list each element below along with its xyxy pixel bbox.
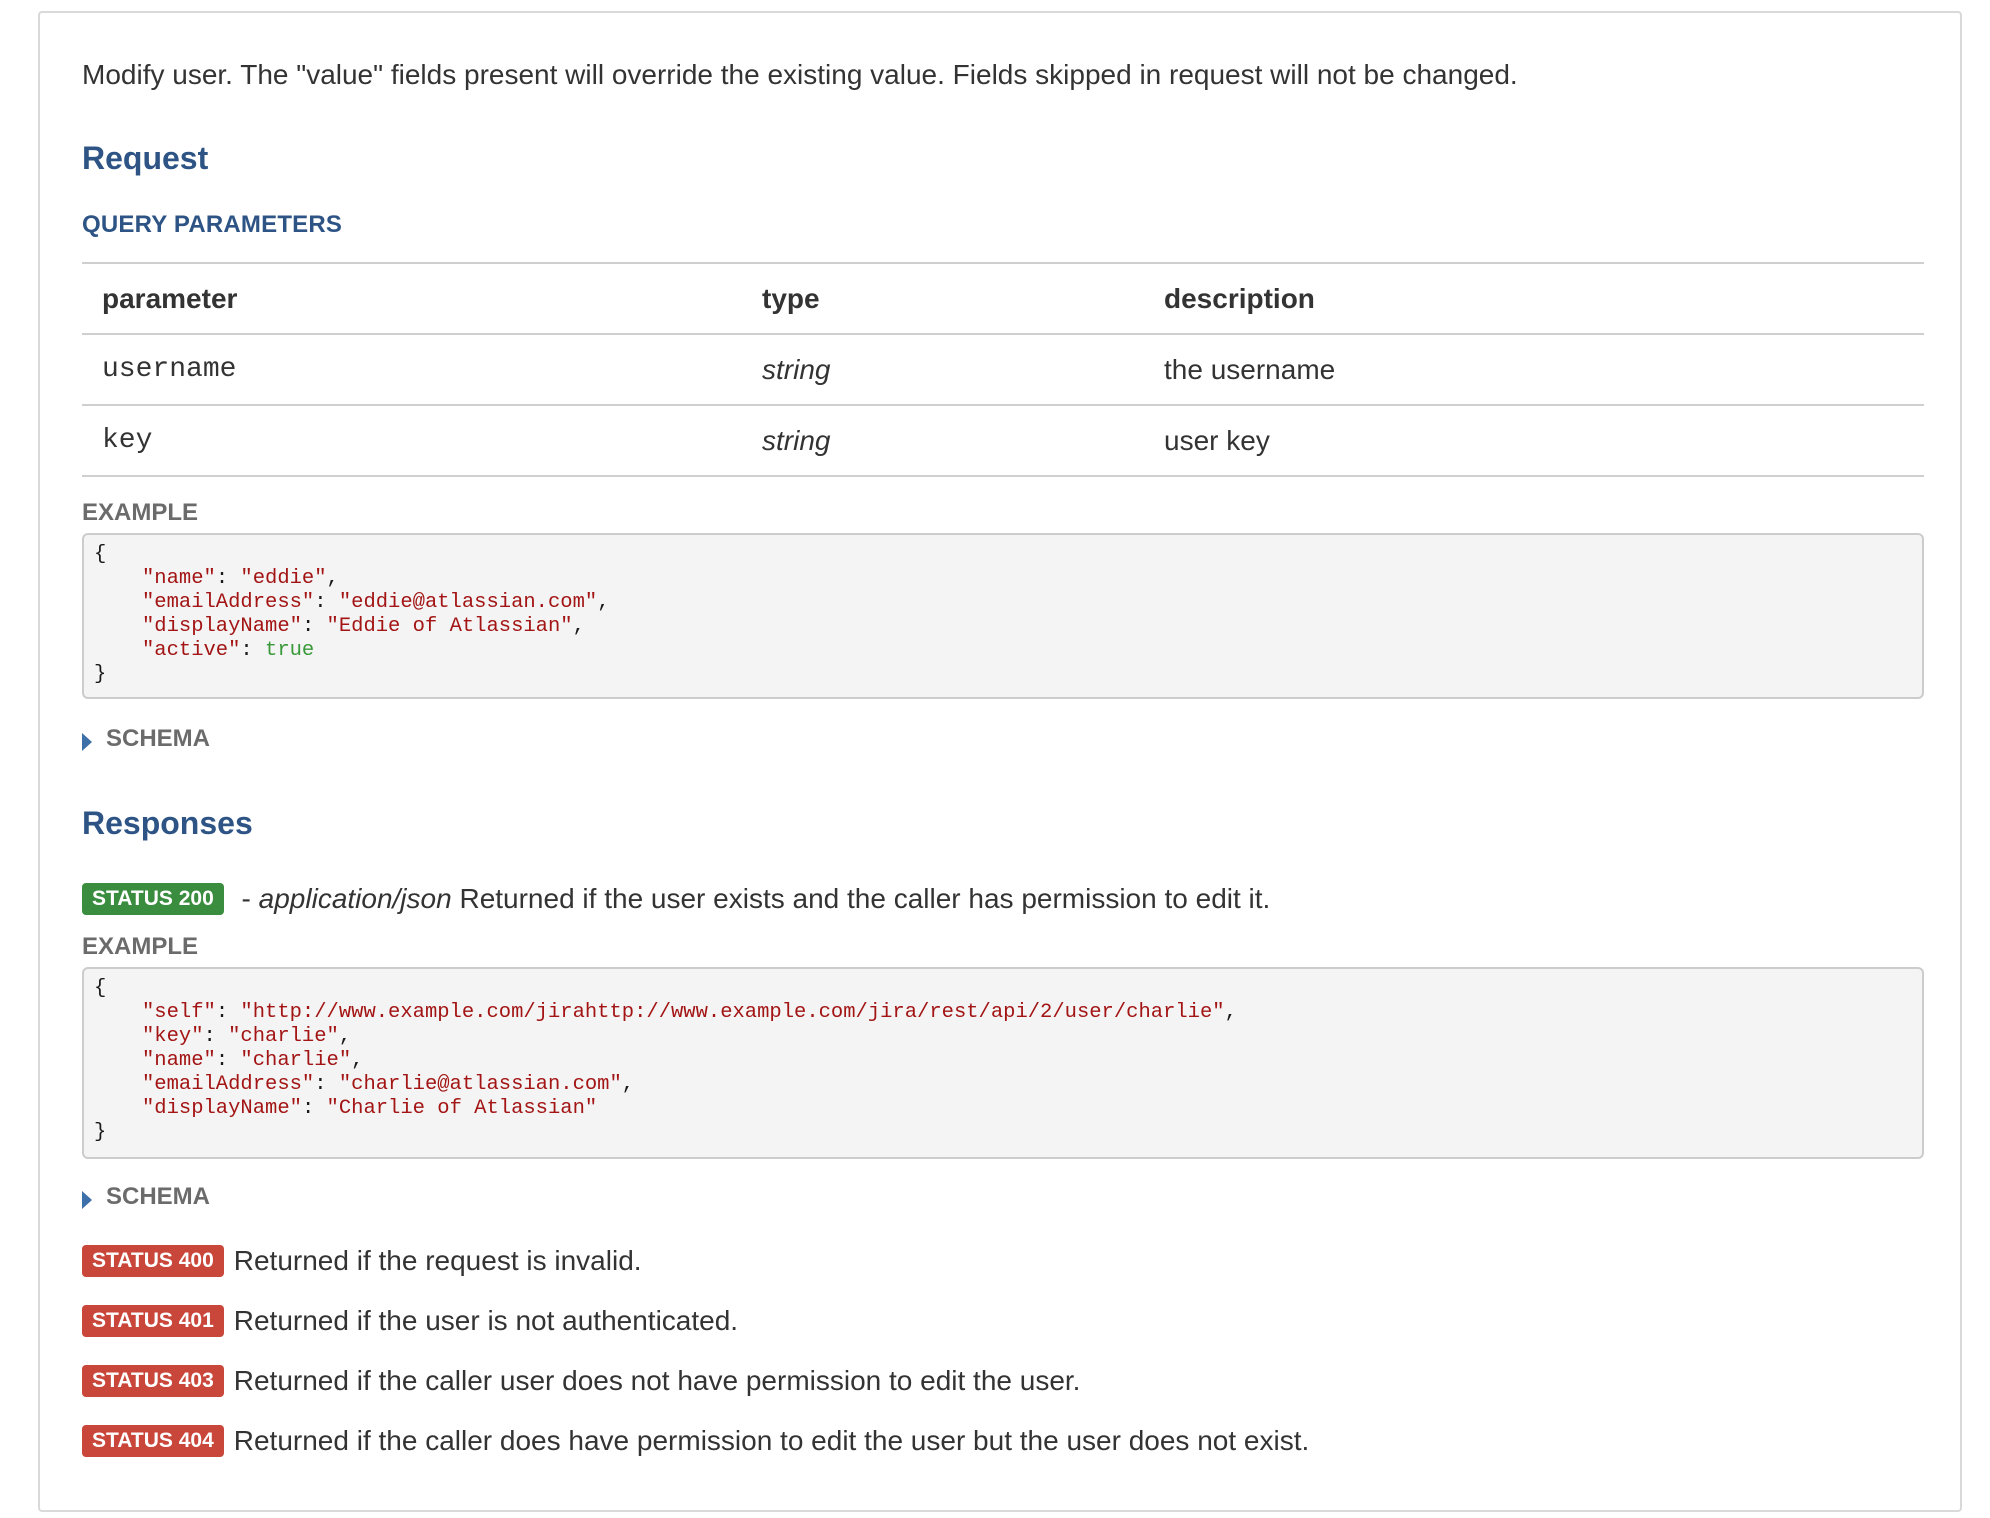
json-colon: :	[215, 1001, 241, 1024]
json-colon: :	[215, 567, 241, 590]
json-colon: :	[314, 1073, 339, 1096]
json-value: "eddie"	[240, 567, 327, 590]
json-comma: ,	[597, 591, 610, 614]
code-line: }	[94, 1121, 1912, 1145]
column-header-type: type	[742, 262, 1144, 334]
status-400-row: STATUS 400 Returned if the request is inv…	[82, 1241, 642, 1281]
status-badge: STATUS 400	[82, 1244, 224, 1277]
table-header-row: parameter type description	[82, 262, 1924, 334]
json-colon: :	[301, 1097, 327, 1120]
code-line: "emailAddress": "eddie@atlassian.com",	[94, 591, 1912, 615]
code-line: "displayName": "Eddie of Atlassian",	[94, 615, 1912, 639]
json-value: "charlie"	[240, 1049, 352, 1072]
json-comma: ,	[621, 1073, 635, 1096]
schema-label: SCHEMA	[106, 1183, 211, 1210]
request-heading: Request	[82, 140, 209, 176]
json-key: "displayName"	[142, 615, 302, 638]
code-brace: {	[94, 977, 107, 1000]
json-value: true	[265, 639, 315, 662]
status-200-row: STATUS 200 - application/json Returned i…	[82, 879, 1270, 919]
param-description: the username	[1144, 333, 1924, 405]
json-key: "emailAddress"	[142, 1073, 315, 1096]
json-colon: :	[314, 591, 339, 614]
code-line: "emailAddress": "charlie@atlassian.com",	[94, 1073, 1912, 1097]
status-description: Returned if the caller user does not hav…	[233, 1365, 1081, 1396]
expand-triangle-icon	[82, 1191, 92, 1209]
json-colon: :	[240, 639, 266, 662]
param-description: user key	[1144, 404, 1924, 477]
status-media-type: application/json	[258, 883, 452, 914]
response-example-code[interactable]: {"self": "http://www.example.com/jirahtt…	[82, 967, 1924, 1159]
json-key: "displayName"	[142, 1097, 302, 1120]
api-method-panel: Modify user. The "value" fields present …	[38, 11, 1962, 1512]
response-schema-toggle[interactable]: SCHEMA	[82, 1181, 210, 1213]
code-line: "name": "eddie",	[94, 567, 1912, 591]
json-value: "eddie@atlassian.com"	[338, 591, 598, 614]
response-example-label: EXAMPLE	[82, 933, 199, 960]
code-line: "key": "charlie",	[94, 1025, 1912, 1049]
code-brace: }	[94, 663, 107, 686]
json-value: "http://www.example.com/jirahttp://www.e…	[240, 1001, 1225, 1024]
json-value: "charlie"	[228, 1025, 339, 1048]
json-key: "name"	[142, 567, 216, 590]
json-comma: ,	[351, 1049, 364, 1072]
json-comma: ,	[326, 567, 339, 590]
status-403-row: STATUS 403 Returned if the caller user do…	[82, 1361, 1080, 1401]
schema-label: SCHEMA	[106, 725, 211, 752]
param-name: key	[82, 404, 742, 477]
status-description: Returned if the request is invalid.	[233, 1245, 642, 1276]
method-description: Modify user. The "value" fields present …	[82, 59, 1518, 90]
json-colon: :	[301, 615, 327, 638]
code-line: "active": true	[94, 639, 1912, 663]
json-key: "active"	[142, 639, 241, 662]
code-line: "self": "http://www.example.com/jirahttp…	[94, 1001, 1912, 1025]
json-colon: :	[215, 1049, 241, 1072]
status-401-row: STATUS 401 Returned if the user is not au…	[82, 1301, 738, 1341]
json-colon: :	[203, 1025, 229, 1048]
status-description: Returned if the user is not authenticate…	[233, 1305, 739, 1336]
code-line: }	[94, 663, 1912, 687]
status-description: Returned if the caller does have permiss…	[233, 1425, 1310, 1456]
code-line: "displayName": "Charlie of Atlassian"	[94, 1097, 1912, 1121]
code-brace: }	[94, 1121, 107, 1144]
json-value: "Charlie of Atlassian"	[326, 1097, 598, 1120]
expand-triangle-icon	[82, 733, 92, 751]
json-key: "name"	[142, 1049, 216, 1072]
code-line: "name": "charlie",	[94, 1049, 1912, 1073]
status-badge: STATUS 401	[82, 1304, 224, 1337]
status-badge: STATUS 403	[82, 1364, 224, 1397]
param-name: username	[82, 333, 742, 405]
request-example-code[interactable]: {"name": "eddie", "emailAddress": "eddie@…	[82, 533, 1924, 699]
table-row: key string user key	[82, 404, 1924, 477]
code-brace: {	[94, 543, 107, 566]
param-type: string	[742, 333, 1144, 405]
code-line: {	[94, 977, 1912, 1001]
table-row: username string the username	[82, 333, 1924, 405]
json-value: "charlie@atlassian.com"	[338, 1073, 622, 1096]
code-line: {	[94, 543, 1912, 567]
responses-heading: Responses	[82, 805, 253, 841]
param-type: string	[742, 404, 1144, 477]
request-example-label: EXAMPLE	[82, 499, 199, 526]
json-value: "Eddie of Atlassian"	[326, 615, 573, 638]
query-parameters-heading: QUERY PARAMETERS	[82, 211, 343, 238]
json-key: "self"	[142, 1001, 216, 1024]
status-dash: -	[233, 883, 259, 914]
column-header-parameter: parameter	[82, 262, 742, 334]
json-key: "emailAddress"	[142, 591, 315, 614]
status-404-row: STATUS 404 Returned if the caller does ha…	[82, 1421, 1309, 1461]
column-header-description: description	[1144, 262, 1924, 334]
json-comma: ,	[1224, 1001, 1237, 1024]
json-key: "key"	[142, 1025, 204, 1048]
status-badge: STATUS 404	[82, 1424, 224, 1457]
json-comma: ,	[338, 1025, 352, 1048]
query-parameters-table: parameter type description username stri…	[82, 262, 1924, 477]
json-comma: ,	[572, 615, 585, 638]
request-schema-toggle[interactable]: SCHEMA	[82, 723, 210, 755]
status-badge: STATUS 200	[82, 882, 224, 915]
status-description: Returned if the user exists and the call…	[451, 883, 1271, 914]
